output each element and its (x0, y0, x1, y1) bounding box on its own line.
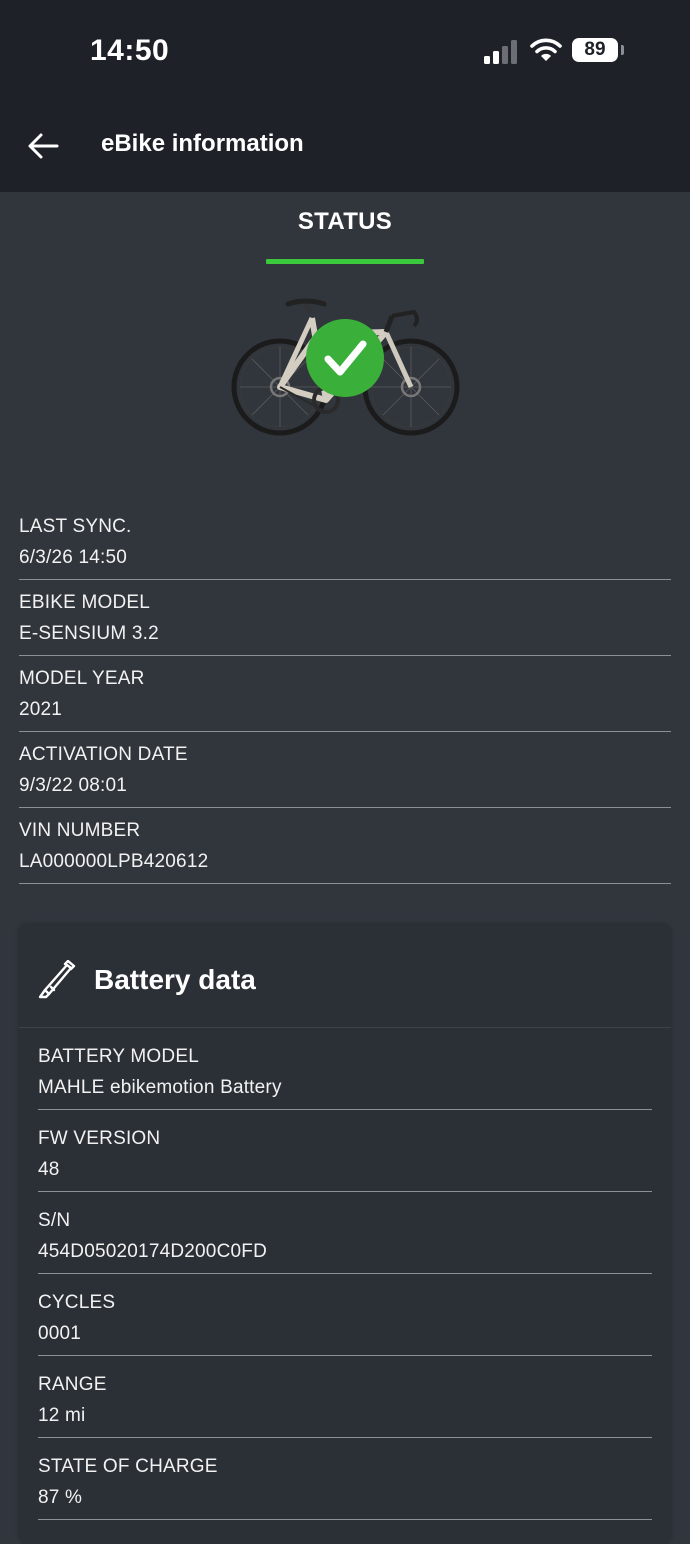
back-button[interactable] (24, 124, 64, 168)
card-header: Battery data (19, 924, 671, 1028)
battery-row-fw-version: FW VERSION 48 (38, 1110, 652, 1192)
battery-row-cycles: CYCLES 0001 (38, 1274, 652, 1356)
battery-row-serial-number: S/N 454D05020174D200C0FD (38, 1192, 652, 1274)
info-value: 87 % (38, 1487, 83, 1508)
status-icons: 89 (484, 36, 626, 66)
info-row-model-year: MODEL YEAR 2021 (19, 656, 671, 732)
info-value: 2021 (19, 699, 63, 720)
battery-row-state-of-charge: STATE OF CHARGE 87 % (38, 1438, 652, 1520)
info-label: CYCLES (38, 1292, 116, 1313)
info-value: E-SENSIUM 3.2 (19, 623, 159, 644)
info-label: ACTIVATION DATE (19, 744, 188, 765)
info-value: 6/3/26 14:50 (19, 547, 128, 568)
tab-active-indicator (266, 259, 424, 264)
info-value: 12 mi (38, 1405, 86, 1426)
battery-cap (621, 45, 624, 55)
info-label: EBIKE MODEL (19, 592, 151, 613)
info-label: STATE OF CHARGE (38, 1456, 218, 1477)
info-label: S/N (38, 1210, 71, 1231)
info-row-ebike-model: EBIKE MODEL E-SENSIUM 3.2 (19, 580, 671, 656)
check-circle-icon (306, 319, 384, 397)
info-label: RANGE (38, 1374, 107, 1395)
info-label: VIN NUMBER (19, 820, 141, 841)
battery-tube-icon (38, 960, 76, 999)
info-value: LA000000LPB420612 (19, 851, 209, 872)
app-bar: eBike information (0, 100, 690, 192)
battery-icon: 89 (572, 38, 618, 62)
info-row-vin-number: VIN NUMBER LA000000LPB420612 (19, 808, 671, 884)
tab-bar: STATUS (0, 192, 690, 272)
status-bar: 14:50 89 (0, 0, 690, 100)
cellular-signal-icon (484, 40, 520, 64)
info-value: 454D05020174D200C0FD (38, 1241, 267, 1262)
battery-info-list: BATTERY MODEL MAHLE ebikemotion Battery … (38, 1028, 652, 1520)
clock: 14:50 (90, 34, 170, 67)
wifi-icon (530, 38, 562, 61)
checkmark-icon (324, 340, 367, 376)
battery-row-range: RANGE 12 mi (38, 1356, 652, 1438)
ebike-info-list: LAST SYNC. 6/3/26 14:50 EBIKE MODEL E-SE… (19, 504, 671, 884)
battery-row-model: BATTERY MODEL MAHLE ebikemotion Battery (38, 1028, 652, 1110)
page-title: eBike information (101, 130, 304, 157)
info-label: LAST SYNC. (19, 516, 132, 537)
info-row-last-sync: LAST SYNC. 6/3/26 14:50 (19, 504, 671, 580)
info-value: 9/3/22 08:01 (19, 775, 128, 796)
info-value: 48 (38, 1159, 60, 1180)
battery-data-card: Battery data BATTERY MODEL MAHLE ebikemo… (19, 924, 671, 1544)
info-value: 0001 (38, 1323, 82, 1344)
info-value: MAHLE ebikemotion Battery (38, 1077, 282, 1098)
tab-status-label: STATUS (297, 208, 393, 235)
info-label: MODEL YEAR (19, 668, 145, 689)
arrow-left-icon (28, 133, 59, 159)
info-row-activation-date: ACTIVATION DATE 9/3/22 08:01 (19, 732, 671, 808)
tab-status[interactable]: STATUS (266, 192, 424, 264)
card-title: Battery data (94, 964, 256, 995)
info-label: BATTERY MODEL (38, 1046, 199, 1067)
info-label: FW VERSION (38, 1128, 161, 1149)
